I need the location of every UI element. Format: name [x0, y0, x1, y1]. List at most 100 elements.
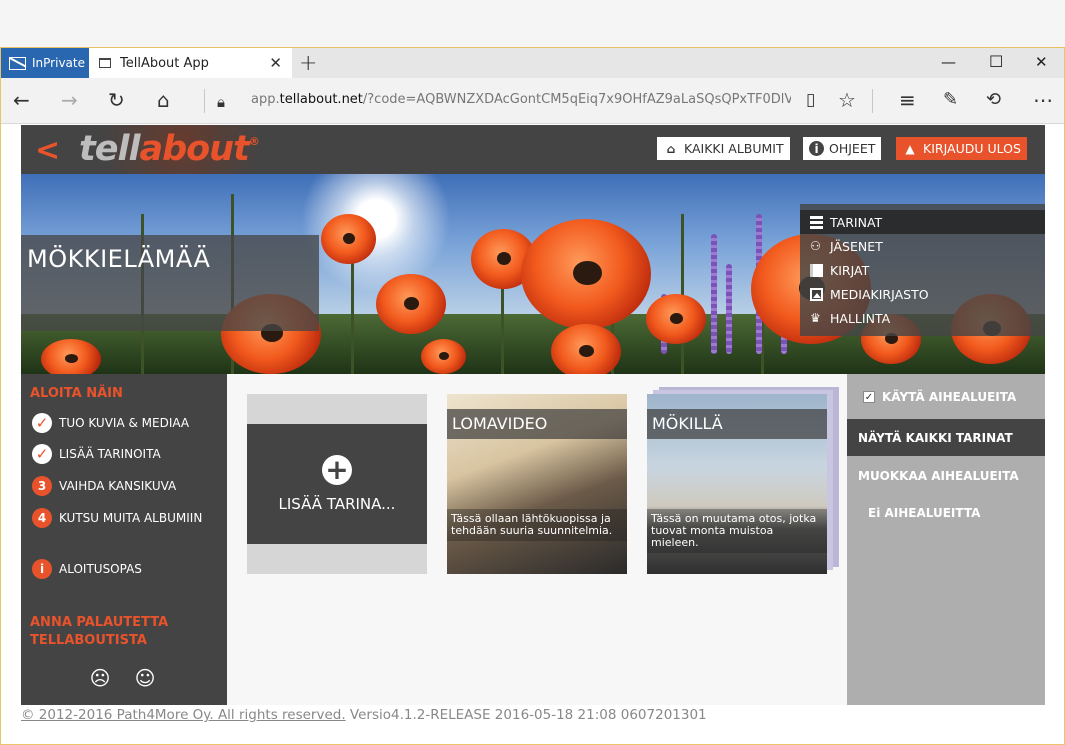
home-icon: ⌂: [666, 141, 676, 156]
step-add-stories[interactable]: ✓ LISÄÄ TARINOITA: [32, 444, 161, 464]
close-window-icon[interactable]: ✕: [1035, 53, 1048, 71]
menu-item-mediakirjasto[interactable]: MEDIAKIRJASTO: [800, 282, 1045, 306]
toolbar-divider: [872, 89, 873, 113]
tab-title: TellAbout App: [120, 55, 209, 71]
refresh-icon[interactable]: ↻: [108, 88, 125, 112]
use-topics-toggle[interactable]: ✓ KÄYTÄ AIHEALUEITA: [863, 390, 1016, 404]
album-menu: TARINAT ⚇ JÄSENET KIRJAT MEDIAKIRJASTO ♛…: [800, 204, 1045, 336]
help-button[interactable]: i OHJEET: [803, 137, 882, 160]
poppy-flower: [646, 294, 706, 344]
step-invite-members[interactable]: 4 KUTSU MUITA ALBUMIIN: [32, 508, 202, 528]
menu-label: TARINAT: [830, 214, 883, 230]
forward-icon[interactable]: →: [61, 88, 78, 112]
story-grid: + LISÄÄ TARINA... LOMAVIDEO Tässä ollaan…: [227, 374, 847, 705]
album-title: MÖKKIELÄMÄÄ: [27, 245, 211, 273]
menu-item-kirjat[interactable]: KIRJAT: [800, 258, 1045, 282]
all-albums-button[interactable]: ⌂ KAIKKI ALBUMIT: [657, 137, 790, 160]
checkbox-icon[interactable]: ✓: [863, 391, 875, 403]
url-field[interactable]: app.tellabout.net/?code=AQBWNZXDAcGontCM…: [251, 92, 791, 107]
menu-item-hallinta[interactable]: ♛ HALLINTA: [800, 306, 1045, 330]
sidebar-heading: ALOITA NÄIN: [30, 386, 123, 401]
more-icon[interactable]: ⋯: [1033, 88, 1053, 112]
guide-label: ALOITUSOPAS: [59, 562, 142, 576]
logo-part-about: about: [139, 129, 249, 169]
sad-face-icon[interactable]: ☹: [89, 666, 111, 690]
no-topics-item[interactable]: Ei AIHEALUEITTA: [868, 506, 980, 520]
menu-label: HALLINTA: [830, 310, 891, 326]
menu-item-tarinat[interactable]: TARINAT: [800, 210, 1045, 234]
logo-part-tell: tell: [79, 129, 140, 169]
album-title-box: MÖKKIELÄMÄÄ: [21, 235, 319, 331]
minimize-icon[interactable]: —: [941, 53, 956, 71]
inprivate-icon: [9, 56, 26, 70]
step-import-media[interactable]: ✓ TUO KUVIA & MEDIAA: [32, 413, 189, 433]
home-icon[interactable]: ⌂: [157, 88, 170, 112]
check-icon: ✓: [32, 444, 52, 464]
url-domain: tellabout.net: [279, 92, 363, 107]
story-card-lomavideo[interactable]: LOMAVIDEO Tässä ollaan lähtökuopissa ja …: [447, 394, 627, 574]
copyright-link[interactable]: © 2012-2016 Path4More Oy. All rights res…: [21, 707, 346, 723]
logout-label: KIRJAUDU ULOS: [923, 141, 1021, 156]
hub-icon[interactable]: ≡: [899, 88, 916, 112]
web-note-icon[interactable]: ✎: [943, 88, 958, 112]
book-icon: [810, 263, 823, 277]
story-description: Tässä on muutama otos, jotka tuovat mont…: [647, 509, 827, 553]
app-page: < tellabout® ⌂ KAIKKI ALBUMIT i OHJEET ▲…: [21, 125, 1045, 705]
info-icon: i: [809, 141, 824, 156]
lock-icon: 🔒︎: [217, 93, 225, 111]
show-all-stories-item[interactable]: NÄYTÄ KAIKKI TARINAT: [847, 419, 1045, 456]
close-tab-icon[interactable]: ✕: [269, 54, 282, 72]
maximize-icon[interactable]: ☐: [989, 52, 1003, 71]
share-icon[interactable]: ⟲: [986, 88, 1001, 112]
back-arrow-icon[interactable]: <: [35, 133, 60, 168]
url-path: /?code=AQBWNZXDAcGontCM5qEiq7x9OHfAZ9aLa…: [362, 92, 791, 107]
step-label: LISÄÄ TARINOITA: [59, 447, 161, 461]
footer: © 2012-2016 Path4More Oy. All rights res…: [21, 707, 707, 723]
step-number-badge: 4: [32, 508, 52, 528]
story-title: LOMAVIDEO: [447, 409, 627, 439]
help-label: OHJEET: [829, 141, 876, 156]
tellabout-logo[interactable]: tellabout®: [79, 129, 260, 169]
poppy-flower: [321, 214, 376, 264]
poppy-flower: [521, 219, 651, 329]
topics-panel: ✓ KÄYTÄ AIHEALUEITA NÄYTÄ KAIKKI TARINAT…: [847, 374, 1045, 705]
page-icon: [99, 58, 111, 68]
new-tab-icon[interactable]: +: [299, 51, 317, 76]
edit-topics-link[interactable]: MUOKKAA AIHEALUEITA: [858, 469, 1019, 483]
story-card-mokilla[interactable]: MÖKILLÄ Tässä on muutama otos, jotka tuo…: [647, 394, 827, 574]
tab-bar: InPrivate TellAbout App ✕ + — ☐ ✕: [1, 48, 1064, 78]
favorite-star-icon[interactable]: ☆: [838, 88, 856, 112]
menu-label: MEDIAKIRJASTO: [830, 286, 929, 302]
happy-face-icon[interactable]: ☺: [134, 666, 156, 690]
reading-view-icon[interactable]: ▯: [806, 88, 815, 112]
list-icon: [810, 215, 823, 229]
info-icon: i: [32, 559, 52, 579]
all-albums-label: KAIKKI ALBUMIT: [684, 141, 784, 156]
step-change-cover[interactable]: 3 VAIHDA KANSIKUVA: [32, 476, 176, 496]
inprivate-indicator: InPrivate: [1, 48, 89, 78]
members-icon: ⚇: [810, 238, 821, 253]
getting-started-sidebar: ALOITA NÄIN ✓ TUO KUVIA & MEDIAA ✓ LISÄÄ…: [21, 374, 227, 705]
add-story-label: LISÄÄ TARINA...: [278, 495, 396, 513]
feedback-heading-line1: ANNA PALAUTETTA: [30, 615, 169, 630]
step-number-badge: 3: [32, 476, 52, 496]
back-icon[interactable]: ←: [13, 88, 30, 112]
tab-tellabout[interactable]: TellAbout App ✕: [89, 48, 292, 78]
toolbar-divider: [204, 89, 205, 113]
add-story-card[interactable]: + LISÄÄ TARINA...: [247, 394, 427, 574]
check-icon: ✓: [32, 413, 52, 433]
getting-started-guide-link[interactable]: i ALOITUSOPAS: [32, 559, 142, 579]
menu-item-jasenet[interactable]: ⚇ JÄSENET: [800, 234, 1045, 258]
rocket-icon: ▲: [905, 141, 915, 156]
step-label: TUO KUVIA & MEDIAA: [59, 416, 190, 430]
step-label: VAIHDA KANSIKUVA: [59, 479, 177, 493]
app-header: < tellabout® ⌂ KAIKKI ALBUMIT i OHJEET ▲…: [21, 125, 1045, 174]
crown-icon: ♛: [810, 310, 821, 325]
inprivate-label: InPrivate: [32, 56, 85, 70]
poppy-flower: [376, 274, 446, 334]
menu-label: KIRJAT: [830, 262, 870, 278]
lavender-sprig: [711, 234, 717, 354]
version-text: Versio4.1.2-RELEASE 2016-05-18 21:08 060…: [345, 707, 707, 723]
logout-button[interactable]: ▲ KIRJAUDU ULOS: [896, 137, 1027, 160]
story-description: Tässä ollaan lähtökuopissa ja tehdään su…: [447, 509, 627, 541]
